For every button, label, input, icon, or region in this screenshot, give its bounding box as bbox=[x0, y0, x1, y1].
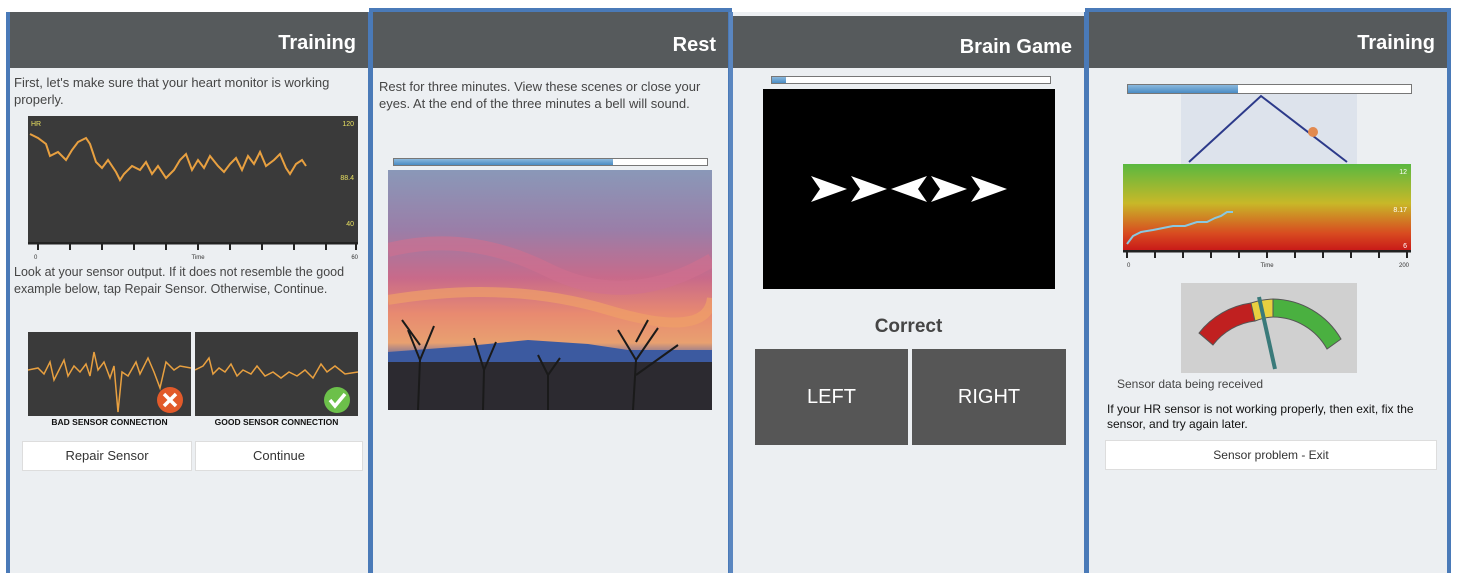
panel-title: Training bbox=[10, 12, 368, 68]
triangle-pacer bbox=[1181, 94, 1357, 164]
training-panel-2: Training 12 8.17 6 0 Time 200 Sensor dat… bbox=[1085, 8, 1451, 573]
continue-button[interactable]: Continue bbox=[195, 441, 363, 471]
panel-title: Brain Game bbox=[733, 16, 1084, 68]
panel-title: Rest bbox=[373, 12, 728, 68]
training-panel: Training First, let's make sure that you… bbox=[6, 12, 372, 573]
hrv-current-value: 8.17 bbox=[1393, 207, 1407, 214]
exit-instructions: If your HR sensor is not working properl… bbox=[1107, 402, 1414, 431]
pacer-ball bbox=[1308, 127, 1318, 137]
sunset-scene bbox=[388, 170, 712, 410]
panel-title: Training bbox=[1089, 12, 1447, 68]
hrv-chart: 12 8.17 6 bbox=[1123, 164, 1411, 251]
hrv-time-axis: 0 Time 200 bbox=[1123, 250, 1411, 269]
hr-xmax: 60 bbox=[351, 255, 358, 261]
repair-sensor-button[interactable]: Repair Sensor bbox=[22, 441, 192, 471]
bad-sensor-example bbox=[27, 332, 192, 416]
rest-panel: Rest Rest for three minutes. View these … bbox=[369, 8, 732, 573]
arrow-right-0 bbox=[811, 176, 847, 202]
hr-line bbox=[29, 133, 307, 182]
game-progress-fill bbox=[772, 77, 786, 83]
sensor-problem-exit-button[interactable]: Sensor problem - Exit bbox=[1105, 440, 1437, 470]
hrv-chart-svg: 12 8.17 6 bbox=[1123, 164, 1411, 251]
hr-chart-svg: HR 120 88.4 40 bbox=[29, 121, 354, 228]
intro-text: First, let's make sure that your heart m… bbox=[14, 75, 330, 107]
arrow-right-1 bbox=[851, 176, 887, 202]
right-button[interactable]: RIGHT bbox=[912, 349, 1066, 445]
good-sensor-label: GOOD SENSOR CONNECTION bbox=[214, 417, 339, 427]
left-button[interactable]: LEFT bbox=[755, 349, 908, 445]
brain-game-panel: Brain Game Correct LEFT RIGHT bbox=[729, 12, 1088, 573]
hr-ymin: 40 bbox=[346, 221, 354, 228]
arrow-stimulus bbox=[811, 176, 1007, 202]
hrv-ymax: 12 bbox=[1399, 169, 1407, 176]
bad-sensor-label: BAD SENSOR CONNECTION bbox=[51, 417, 168, 427]
game-progress-bar bbox=[771, 76, 1051, 84]
check-icon bbox=[324, 387, 350, 413]
hrv-ymin: 6 bbox=[1403, 243, 1407, 250]
hr-xmin: 0 bbox=[34, 255, 38, 261]
hrv-xmin: 0 bbox=[1127, 263, 1131, 269]
hr-time-axis: 0 Time 60 bbox=[28, 242, 359, 261]
pacer-svg bbox=[1188, 94, 1348, 163]
instructions-text: Look at your sensor output. If it does n… bbox=[14, 265, 345, 296]
hr-xlabel: Time bbox=[191, 255, 205, 261]
good-sensor-svg bbox=[194, 356, 359, 413]
gauge bbox=[1181, 283, 1357, 373]
arrow-right-4 bbox=[971, 176, 1007, 202]
training-progress-fill bbox=[1128, 85, 1239, 93]
hr-ymax: 120 bbox=[342, 121, 354, 128]
stimulus-display bbox=[763, 89, 1055, 289]
hrv-xmax: 200 bbox=[1399, 263, 1410, 269]
rest-instructions: Rest for three minutes. View these scene… bbox=[379, 79, 701, 111]
status-text: Sensor data being received bbox=[1117, 377, 1264, 391]
arrow-right-3 bbox=[931, 176, 967, 202]
sunset-image bbox=[388, 170, 712, 410]
rest-progress-bar bbox=[393, 158, 708, 166]
rest-progress-fill bbox=[394, 159, 614, 165]
bad-sensor-svg bbox=[27, 351, 192, 413]
hrv-xlabel: Time bbox=[1260, 263, 1274, 269]
hr-current-value: 88.4 bbox=[340, 175, 354, 182]
feedback-text: Correct bbox=[874, 316, 943, 337]
training-progress-bar bbox=[1127, 84, 1412, 94]
good-sensor-example bbox=[194, 332, 359, 416]
arrow-left-2 bbox=[891, 176, 927, 202]
hr-chart: HR 120 88.4 40 bbox=[28, 116, 358, 244]
hr-axis-label: HR bbox=[31, 121, 41, 128]
gauge-svg bbox=[1198, 296, 1342, 370]
